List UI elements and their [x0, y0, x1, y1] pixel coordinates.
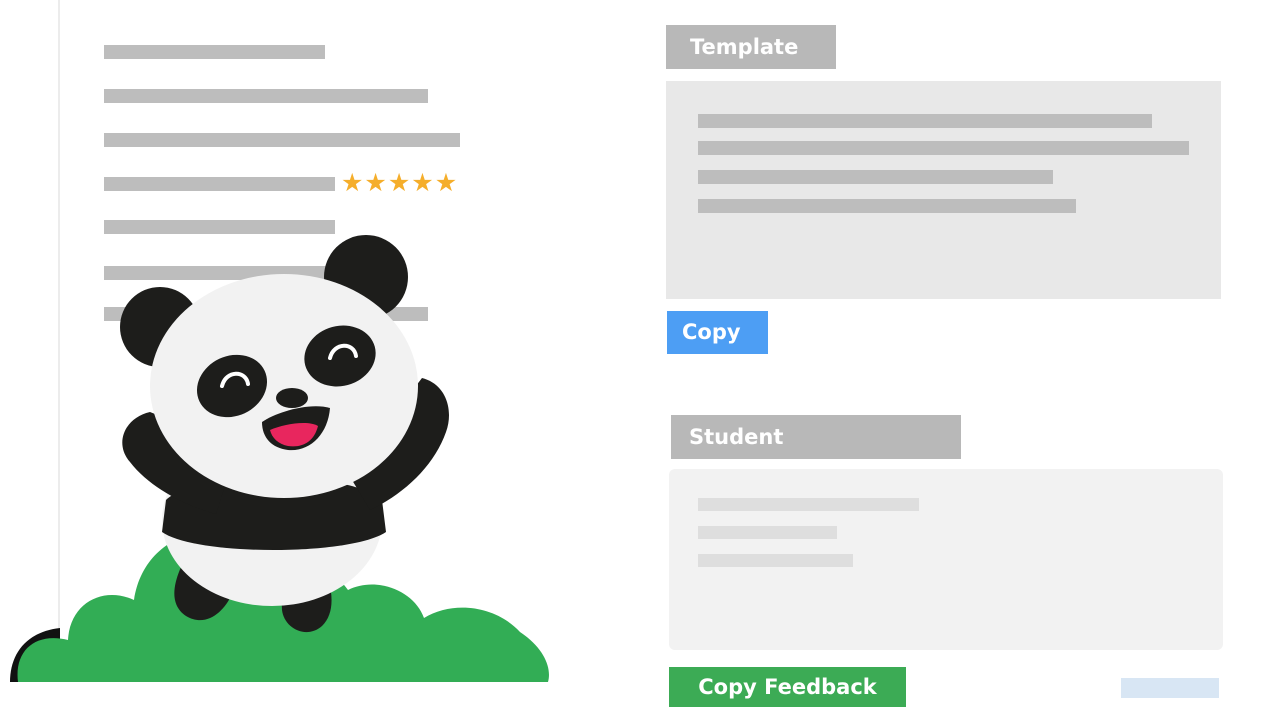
student-header-label: Student [689, 425, 784, 449]
student-text-line [698, 526, 837, 539]
text-line-placeholder [104, 89, 428, 103]
star-rating: ★ ★ ★ ★ ★ [341, 168, 458, 197]
student-text-line [698, 554, 853, 567]
star-icon: ★ [434, 168, 458, 197]
template-header-label: Template [690, 35, 799, 59]
template-text-line [698, 170, 1053, 184]
text-line-placeholder [104, 133, 460, 147]
student-text-box[interactable] [669, 469, 1223, 650]
template-header: Template [666, 25, 836, 69]
student-header: Student [671, 415, 961, 459]
star-icon: ★ [411, 168, 434, 197]
template-text-box [666, 81, 1221, 299]
star-icon: ★ [387, 168, 411, 197]
template-text-line [698, 114, 1152, 128]
panda-head [150, 274, 418, 498]
text-line-placeholder [104, 177, 335, 191]
panda-mascot [10, 235, 549, 682]
copy-button[interactable]: Copy [667, 311, 768, 354]
star-icon: ★ [364, 168, 387, 197]
star-icon: ★ [341, 168, 364, 197]
student-text-line [698, 498, 919, 511]
template-text-line [698, 141, 1189, 155]
copy-feedback-button[interactable]: Copy Feedback [669, 667, 906, 707]
text-line-placeholder [104, 45, 325, 59]
panda-nose [276, 388, 308, 408]
template-text-line [698, 199, 1076, 213]
secondary-action-button[interactable] [1121, 678, 1219, 698]
